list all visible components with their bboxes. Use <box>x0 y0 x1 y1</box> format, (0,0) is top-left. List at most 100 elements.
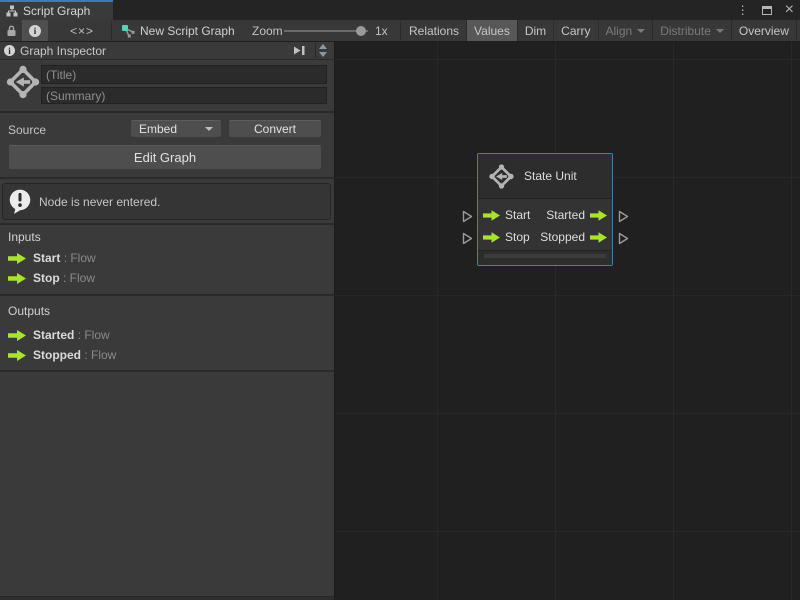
flow-in-icon[interactable] <box>483 232 500 243</box>
node-port-row: Start Started <box>483 204 607 226</box>
node-footer-bar <box>484 254 606 258</box>
panel-scroll-spinner[interactable] <box>315 43 330 58</box>
node-input-label: Stop <box>505 230 530 244</box>
inspector-toggle-button[interactable]: i <box>22 20 48 41</box>
flow-arrow-icon <box>8 253 26 264</box>
graph-title-field[interactable] <box>41 65 327 84</box>
window-titlebar: Script Graph ⋮ × <box>0 0 800 20</box>
code-icon: <×> <box>70 24 94 38</box>
graph-icon <box>121 24 136 38</box>
input-port-row: Start : Flow <box>8 249 96 267</box>
section-divider <box>0 294 334 296</box>
chevron-down-icon <box>716 29 724 33</box>
relations-label: Relations <box>409 24 459 38</box>
node-header[interactable]: State Unit <box>478 154 612 199</box>
tab-title: Script Graph <box>23 4 90 18</box>
transition-port-icon[interactable] <box>462 232 473 245</box>
scroll-up-icon[interactable] <box>319 44 327 49</box>
lock-icon <box>6 25 17 37</box>
graph-summary-field[interactable] <box>41 87 327 104</box>
state-unit-node[interactable]: State Unit Start Started Stop Stopped <box>477 153 613 266</box>
graph-canvas[interactable]: State Unit Start Started Stop Stopped <box>335 42 800 600</box>
flow-out-icon[interactable] <box>590 210 607 221</box>
source-label-text: Source <box>8 123 46 137</box>
info-icon: i <box>4 45 15 56</box>
node-output-label: Stopped <box>540 230 585 244</box>
chevron-down-icon <box>205 127 213 131</box>
edit-graph-button[interactable]: Edit Graph <box>8 145 322 170</box>
zoom-value: 1x <box>375 20 388 41</box>
inspector-title: Graph Inspector <box>20 44 106 58</box>
flow-out-icon[interactable] <box>590 232 607 243</box>
toolbar-divider <box>111 21 112 40</box>
panel-bottom-strip <box>0 596 334 600</box>
port-type: : Flow <box>64 251 96 265</box>
node-title: State Unit <box>524 169 577 183</box>
section-divider <box>0 177 334 179</box>
zoom-value-text: 1x <box>375 24 388 38</box>
values-button[interactable]: Values <box>467 20 518 41</box>
zoom-label: Zoom <box>252 20 283 41</box>
source-dropdown[interactable]: Embed <box>130 120 222 138</box>
transition-port-icon[interactable] <box>462 210 473 223</box>
output-port-row: Started : Flow <box>8 326 110 344</box>
graph-breadcrumb[interactable]: New Script Graph <box>140 20 235 41</box>
overview-button[interactable]: Overview <box>732 20 797 41</box>
outputs-header: Outputs <box>8 304 50 318</box>
node-port-row: Stop Stopped <box>483 226 607 248</box>
convert-button-label: Convert <box>254 122 296 136</box>
lock-button[interactable] <box>2 20 20 41</box>
dim-label: Dim <box>525 24 546 38</box>
graph-breadcrumb-label: New Script Graph <box>140 24 235 38</box>
node-footer <box>478 250 612 265</box>
port-name: Started <box>33 328 74 342</box>
transition-port-icon[interactable] <box>618 210 629 223</box>
graph-breadcrumb-icon-wrap <box>120 20 136 41</box>
window-menu-icon[interactable]: ⋮ <box>737 3 749 17</box>
distribute-button[interactable]: Distribute <box>653 20 732 41</box>
dock-icon[interactable] <box>293 45 306 56</box>
scroll-down-icon[interactable] <box>319 52 327 57</box>
outputs-header-text: Outputs <box>8 304 50 318</box>
zoom-label-text: Zoom <box>252 24 283 38</box>
zoom-slider[interactable] <box>284 30 368 32</box>
inputs-header-text: Inputs <box>8 230 41 244</box>
source-label: Source <box>8 123 46 137</box>
node-input-label: Start <box>505 208 530 222</box>
transition-port-icon[interactable] <box>618 232 629 245</box>
section-divider <box>0 370 334 372</box>
flow-in-icon[interactable] <box>483 210 500 221</box>
convert-button[interactable]: Convert <box>228 120 322 138</box>
graph-inspector-panel: i Graph Inspector Source Embed Convert E… <box>0 42 335 600</box>
dim-button[interactable]: Dim <box>518 20 554 41</box>
inputs-header: Inputs <box>8 230 41 244</box>
source-dropdown-value: Embed <box>139 122 177 136</box>
warning-bubble-icon <box>7 188 33 215</box>
code-preview-button[interactable]: <×> <box>58 20 106 41</box>
window-maximize-icon[interactable] <box>762 6 772 15</box>
window-close-icon[interactable]: × <box>785 5 794 15</box>
zoom-slider-thumb[interactable] <box>356 26 366 36</box>
window-controls: ⋮ × <box>737 0 794 20</box>
port-type: : Flow <box>84 348 116 362</box>
section-divider <box>0 111 334 113</box>
relations-button[interactable]: Relations <box>402 20 467 41</box>
flow-arrow-icon <box>8 330 26 341</box>
tab-script-graph[interactable]: Script Graph <box>0 0 113 20</box>
warning-box: Node is never entered. <box>2 183 331 220</box>
carry-button[interactable]: Carry <box>554 20 598 41</box>
warning-text: Node is never entered. <box>39 195 160 209</box>
input-port-row: Stop : Flow <box>8 269 95 287</box>
overview-label: Overview <box>739 24 789 38</box>
graph-toolbar: i <×> New Script Graph Zoom 1x Relations… <box>0 20 800 42</box>
align-button[interactable]: Align <box>599 20 654 41</box>
node-output-label: Started <box>546 208 585 222</box>
toolbar-divider <box>400 21 401 40</box>
values-label: Values <box>474 24 510 38</box>
port-type: : Flow <box>63 271 95 285</box>
flow-arrow-icon <box>8 273 26 284</box>
state-unit-icon <box>488 163 515 190</box>
flow-arrow-icon <box>8 350 26 361</box>
output-port-row: Stopped : Flow <box>8 346 116 364</box>
hierarchy-icon <box>6 5 18 17</box>
